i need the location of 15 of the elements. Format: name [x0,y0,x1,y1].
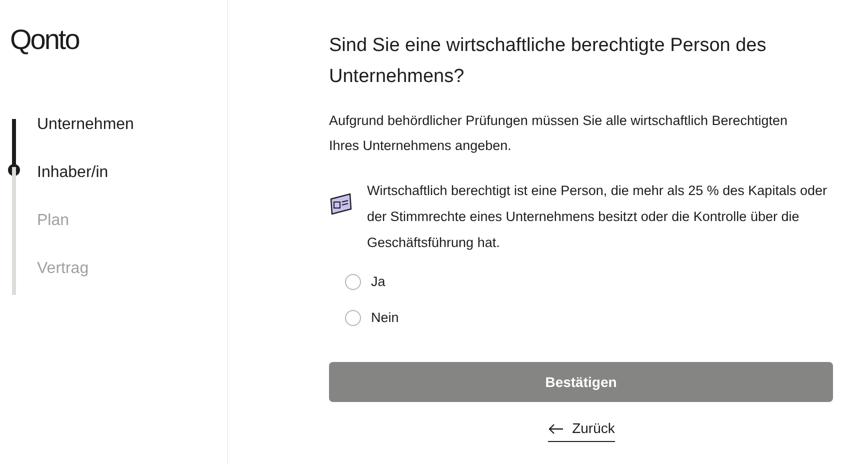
id-card-icon [329,192,353,216]
step-label: Inhaber/in [37,163,108,183]
option-label[interactable]: Nein [371,308,399,328]
logo: Qonto [10,26,79,54]
back-arrow-icon [548,422,564,434]
back-link[interactable]: Zurück [548,418,615,442]
radio-button[interactable] [345,274,361,290]
step-label: Plan [37,211,70,231]
option-label[interactable]: Ja [371,272,386,292]
radio-button[interactable] [345,310,361,326]
page-title: Sind Sie eine wirtschaftliche berechtigte Person des Unternehmens? [329,34,768,89]
description-text: Aufgrund behördlicher Prüfungen müssen Sie alle wirtschaftlich Berechtigten Ihres Unternehmens angeben. [329,112,789,155]
step-label: Unternehmen [37,115,134,135]
info-text: Wirtschaftlich berechtigt ist eine Person, die mehr als 25 % des Kapitals oder der Stimmrechte eines Unternehmens besitzt oder die Kontrolle über die Geschäftsführung hat. [367,182,828,252]
step-label: Vertrag [37,259,89,279]
